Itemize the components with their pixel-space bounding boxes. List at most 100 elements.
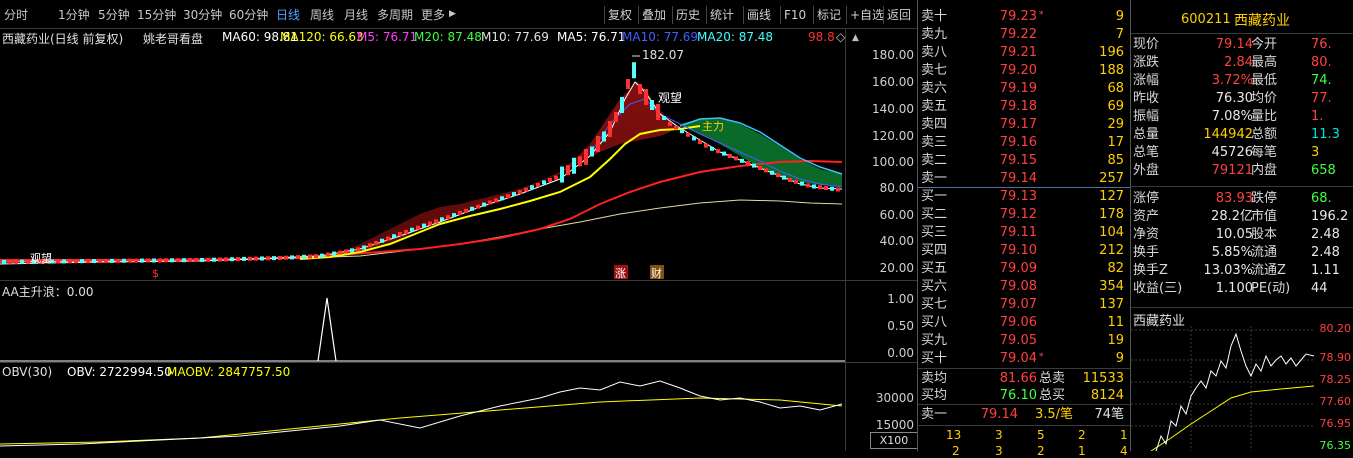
- period-daily[interactable]: 日线: [276, 6, 300, 23]
- draw-line-button[interactable]: 画线: [743, 6, 774, 24]
- candle: [632, 62, 636, 79]
- obv-chart[interactable]: [0, 378, 845, 451]
- period-more[interactable]: 更多: [421, 6, 445, 23]
- candle: [620, 97, 624, 113]
- signal-main-force: 主力: [702, 120, 724, 133]
- sell-level-label: 卖六: [921, 81, 948, 96]
- candle: [572, 157, 576, 174]
- sell-level-label: 卖九: [921, 27, 948, 42]
- y-tick-80: 80.00: [879, 181, 914, 195]
- candle: [500, 196, 504, 201]
- buy-level-row[interactable]: 买八 79.06 11: [918, 314, 1128, 332]
- sell-level-row[interactable]: 卖三 79.16 17: [918, 134, 1128, 152]
- candle: [56, 259, 60, 264]
- sell-level-price: 79.14: [999, 171, 1037, 186]
- quote-row: 总笔 45726 每笔 3: [1133, 144, 1353, 162]
- quote-value: 13.03%: [1203, 263, 1253, 278]
- total-buy-label: 总买: [1039, 388, 1066, 403]
- quote-row: 外盘 79121 内盘 658: [1133, 162, 1353, 180]
- sell-level-tag: *: [1039, 10, 1044, 20]
- quote-label: PE(动): [1251, 281, 1291, 296]
- diamond-icon[interactable]: ◇: [836, 30, 845, 44]
- ma20-value: MA20: 87.48: [697, 30, 774, 44]
- period-fenshi[interactable]: 分时: [4, 6, 28, 23]
- candle: [98, 259, 102, 263]
- period-weekly[interactable]: 周线: [310, 6, 334, 23]
- fuquan-button[interactable]: 复权: [604, 6, 635, 24]
- buy-level-row[interactable]: 买七 79.07 137: [918, 296, 1128, 314]
- candle: [638, 84, 642, 94]
- sell-level-row[interactable]: 卖五 79.18 69: [918, 98, 1128, 116]
- sell-level-row[interactable]: 卖六 79.19 68: [918, 80, 1128, 98]
- candle: [776, 173, 780, 178]
- sell-level-row[interactable]: 卖一 79.14 257: [918, 170, 1128, 188]
- zhang-marker: 涨: [615, 267, 626, 280]
- aa-indicator-chart[interactable]: [0, 282, 845, 362]
- chevron-right-icon[interactable]: ▶: [449, 9, 456, 19]
- overlay-button[interactable]: 叠加: [638, 6, 669, 24]
- period-15min[interactable]: 15分钟: [137, 6, 176, 23]
- quote-sep-3: [1131, 307, 1353, 308]
- buy-level-row[interactable]: 买四 79.10 212: [918, 242, 1128, 260]
- candle: [794, 179, 798, 184]
- period-multi[interactable]: 多周期: [377, 6, 413, 23]
- back-button[interactable]: 返回: [883, 6, 914, 24]
- queue-item: 1: [1120, 428, 1128, 442]
- stats-button[interactable]: 统计: [706, 6, 737, 24]
- candle: [716, 149, 720, 154]
- queue-item: 3: [995, 428, 1003, 442]
- buy-level-row[interactable]: 买三 79.11 104: [918, 224, 1128, 242]
- sell-level-label: 卖一: [921, 171, 948, 186]
- buy-level-row[interactable]: 买一 79.13 127: [918, 188, 1128, 206]
- candle: [290, 255, 294, 260]
- candle: [368, 243, 372, 248]
- buy-level-price: 79.13: [999, 189, 1037, 204]
- obv-title: OBV(30): [2, 365, 53, 379]
- quote-label: 现价: [1133, 37, 1160, 52]
- mini-price-line: [1155, 332, 1314, 451]
- add-favorite-button[interactable]: +自选: [846, 6, 887, 24]
- buy-level-row[interactable]: 买二 79.12 178: [918, 206, 1128, 224]
- f10-button[interactable]: F10: [780, 6, 809, 24]
- sell-level-row[interactable]: 卖二 79.15 85: [918, 152, 1128, 170]
- quote-value: 1.: [1311, 109, 1324, 124]
- total-sell-label: 总卖: [1039, 371, 1066, 386]
- ma5-value: MA5: 76.71: [557, 30, 626, 44]
- quote-value: 1.11: [1311, 263, 1340, 278]
- sell-level-price: 79.23: [999, 9, 1037, 24]
- avg-buy-row: 买均 76.10 总买 8124: [918, 387, 1128, 405]
- sell-level-row[interactable]: 卖九 79.22 7: [918, 26, 1128, 44]
- obv-value: OBV: 2722994.50: [67, 365, 172, 379]
- quote-row: 昨收 76.30 均价 77.: [1133, 90, 1353, 108]
- mini-intraday-chart[interactable]: [1131, 326, 1314, 451]
- buy-level-row[interactable]: 买九 79.05 19: [918, 332, 1128, 350]
- buy-level-row[interactable]: 买六 79.08 354: [918, 278, 1128, 296]
- candle: [170, 258, 174, 263]
- period-30min[interactable]: 30分钟: [183, 6, 222, 23]
- candle: [116, 258, 120, 263]
- s-marker: $: [152, 267, 159, 280]
- mark-button[interactable]: 标记: [813, 6, 844, 24]
- quote-value: 3: [1311, 145, 1320, 160]
- period-1min[interactable]: 1分钟: [58, 6, 90, 23]
- buy-level-row[interactable]: 买五 79.09 82: [918, 260, 1128, 278]
- sell-level-row[interactable]: 卖八 79.21 196: [918, 44, 1128, 62]
- trend-band-red: [300, 82, 675, 259]
- sell-level-row[interactable]: 卖四 79.17 29: [918, 116, 1128, 134]
- quote-label: 总额: [1251, 127, 1278, 142]
- candle: [314, 254, 318, 259]
- period-monthly[interactable]: 月线: [344, 6, 368, 23]
- buy-level-row[interactable]: 买十 79.04 * 9: [918, 350, 1128, 368]
- history-button[interactable]: 历史: [672, 6, 703, 24]
- sell-level-row[interactable]: 卖十 79.23 * 9: [918, 8, 1128, 26]
- buy-level-volume: 178: [1099, 207, 1124, 222]
- period-60min[interactable]: 60分钟: [229, 6, 268, 23]
- sell-level-volume: 17: [1107, 135, 1124, 150]
- sell-level-row[interactable]: 卖七 79.20 188: [918, 62, 1128, 80]
- period-5min[interactable]: 5分钟: [98, 6, 130, 23]
- quote-row: 涨幅 3.72% 最低 74.: [1133, 72, 1353, 90]
- candle: [788, 178, 792, 182]
- avg-sell-label: 卖均: [921, 371, 948, 386]
- candle: [428, 221, 432, 226]
- kline-chart[interactable]: 182.07 观望 观望 主力 涨 财 $: [0, 44, 845, 280]
